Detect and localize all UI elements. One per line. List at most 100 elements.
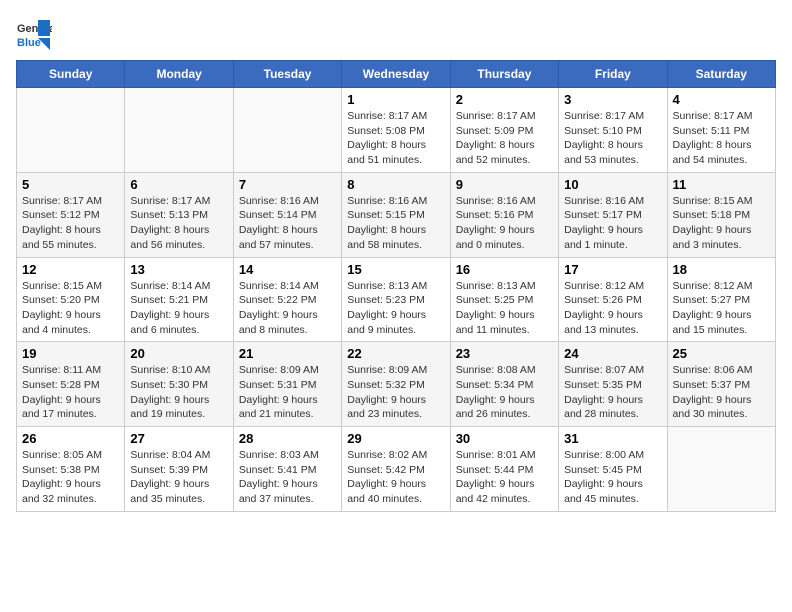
calendar-cell: 30 Sunrise: 8:01 AMSunset: 5:44 PMDayligh… xyxy=(450,427,558,512)
day-info: Sunrise: 8:06 AMSunset: 5:37 PMDaylight:… xyxy=(673,363,770,422)
day-number: 14 xyxy=(239,262,336,277)
day-info: Sunrise: 8:11 AMSunset: 5:28 PMDaylight:… xyxy=(22,363,119,422)
day-info: Sunrise: 8:16 AMSunset: 5:17 PMDaylight:… xyxy=(564,194,661,253)
calendar-cell: 11 Sunrise: 8:15 AMSunset: 5:18 PMDayligh… xyxy=(667,172,775,257)
day-number: 5 xyxy=(22,177,119,192)
weekday-header: Thursday xyxy=(450,61,558,88)
day-info: Sunrise: 8:16 AMSunset: 5:14 PMDaylight:… xyxy=(239,194,336,253)
calendar-cell: 26 Sunrise: 8:05 AMSunset: 5:38 PMDayligh… xyxy=(17,427,125,512)
day-info: Sunrise: 8:04 AMSunset: 5:39 PMDaylight:… xyxy=(130,448,227,507)
day-number: 22 xyxy=(347,346,444,361)
day-info: Sunrise: 8:15 AMSunset: 5:18 PMDaylight:… xyxy=(673,194,770,253)
day-number: 17 xyxy=(564,262,661,277)
calendar-cell xyxy=(233,88,341,173)
day-info: Sunrise: 8:14 AMSunset: 5:22 PMDaylight:… xyxy=(239,279,336,338)
day-info: Sunrise: 8:13 AMSunset: 5:25 PMDaylight:… xyxy=(456,279,553,338)
day-info: Sunrise: 8:05 AMSunset: 5:38 PMDaylight:… xyxy=(22,448,119,507)
day-number: 4 xyxy=(673,92,770,107)
day-number: 26 xyxy=(22,431,119,446)
calendar-cell: 9 Sunrise: 8:16 AMSunset: 5:16 PMDaylight… xyxy=(450,172,558,257)
calendar-cell: 25 Sunrise: 8:06 AMSunset: 5:37 PMDayligh… xyxy=(667,342,775,427)
day-info: Sunrise: 8:14 AMSunset: 5:21 PMDaylight:… xyxy=(130,279,227,338)
calendar-cell: 1Sunrise: 8:17 AMSunset: 5:08 PMDaylight… xyxy=(342,88,450,173)
day-number: 13 xyxy=(130,262,227,277)
calendar-cell: 16 Sunrise: 8:13 AMSunset: 5:25 PMDayligh… xyxy=(450,257,558,342)
calendar-cell: 3Sunrise: 8:17 AMSunset: 5:10 PMDaylight… xyxy=(559,88,667,173)
day-number: 18 xyxy=(673,262,770,277)
calendar-cell: 18 Sunrise: 8:12 AMSunset: 5:27 PMDayligh… xyxy=(667,257,775,342)
calendar-header: SundayMondayTuesdayWednesdayThursdayFrid… xyxy=(17,61,776,88)
day-info: Sunrise: 8:10 AMSunset: 5:30 PMDaylight:… xyxy=(130,363,227,422)
weekday-header: Friday xyxy=(559,61,667,88)
day-info: Sunrise: 8:17 AMSunset: 5:12 PMDaylight:… xyxy=(22,194,119,253)
day-info: Sunrise: 8:17 AMSunset: 5:11 PMDaylight:… xyxy=(673,109,770,168)
day-info: Sunrise: 8:01 AMSunset: 5:44 PMDaylight:… xyxy=(456,448,553,507)
day-number: 23 xyxy=(456,346,553,361)
calendar-cell: 13 Sunrise: 8:14 AMSunset: 5:21 PMDayligh… xyxy=(125,257,233,342)
day-number: 28 xyxy=(239,431,336,446)
day-number: 31 xyxy=(564,431,661,446)
calendar-cell: 6 Sunrise: 8:17 AMSunset: 5:13 PMDaylight… xyxy=(125,172,233,257)
calendar-cell: 27 Sunrise: 8:04 AMSunset: 5:39 PMDayligh… xyxy=(125,427,233,512)
day-number: 2 xyxy=(456,92,553,107)
day-info: Sunrise: 8:17 AMSunset: 5:09 PMDaylight:… xyxy=(456,109,553,168)
calendar-cell: 4 Sunrise: 8:17 AMSunset: 5:11 PMDaylight… xyxy=(667,88,775,173)
calendar-table: SundayMondayTuesdayWednesdayThursdayFrid… xyxy=(16,60,776,512)
day-number: 30 xyxy=(456,431,553,446)
calendar-cell: 2 Sunrise: 8:17 AMSunset: 5:09 PMDaylight… xyxy=(450,88,558,173)
day-number: 20 xyxy=(130,346,227,361)
day-info: Sunrise: 8:15 AMSunset: 5:20 PMDaylight:… xyxy=(22,279,119,338)
day-info: Sunrise: 8:00 AMSunset: 5:45 PMDaylight:… xyxy=(564,448,661,507)
calendar-cell: 7 Sunrise: 8:16 AMSunset: 5:14 PMDaylight… xyxy=(233,172,341,257)
day-number: 19 xyxy=(22,346,119,361)
day-info: Sunrise: 8:12 AMSunset: 5:26 PMDaylight:… xyxy=(564,279,661,338)
day-number: 15 xyxy=(347,262,444,277)
weekday-header: Monday xyxy=(125,61,233,88)
calendar-cell: 20 Sunrise: 8:10 AMSunset: 5:30 PMDayligh… xyxy=(125,342,233,427)
logo: General Blue xyxy=(16,16,52,52)
weekday-header: Saturday xyxy=(667,61,775,88)
calendar-cell: 19 Sunrise: 8:11 AMSunset: 5:28 PMDayligh… xyxy=(17,342,125,427)
day-number: 21 xyxy=(239,346,336,361)
calendar-cell xyxy=(17,88,125,173)
day-info: Sunrise: 8:17 AMSunset: 5:10 PMDaylight:… xyxy=(564,109,661,168)
day-number: 27 xyxy=(130,431,227,446)
day-info: Sunrise: 8:07 AMSunset: 5:35 PMDaylight:… xyxy=(564,363,661,422)
day-number: 7 xyxy=(239,177,336,192)
day-info: Sunrise: 8:16 AMSunset: 5:15 PMDaylight:… xyxy=(347,194,444,253)
calendar-cell: 14 Sunrise: 8:14 AMSunset: 5:22 PMDayligh… xyxy=(233,257,341,342)
day-number: 16 xyxy=(456,262,553,277)
day-number: 10 xyxy=(564,177,661,192)
header: General Blue xyxy=(16,16,776,52)
day-number: 9 xyxy=(456,177,553,192)
calendar-cell: 21 Sunrise: 8:09 AMSunset: 5:31 PMDayligh… xyxy=(233,342,341,427)
calendar-cell: 12Sunrise: 8:15 AMSunset: 5:20 PMDayligh… xyxy=(17,257,125,342)
calendar-cell: 29 Sunrise: 8:02 AMSunset: 5:42 PMDayligh… xyxy=(342,427,450,512)
day-info: Sunrise: 8:03 AMSunset: 5:41 PMDaylight:… xyxy=(239,448,336,507)
day-info: Sunrise: 8:17 AMSunset: 5:08 PMDaylight:… xyxy=(347,109,444,168)
svg-text:Blue: Blue xyxy=(17,37,41,49)
day-number: 29 xyxy=(347,431,444,446)
day-number: 24 xyxy=(564,346,661,361)
calendar-cell: 24 Sunrise: 8:07 AMSunset: 5:35 PMDayligh… xyxy=(559,342,667,427)
calendar-cell: 17 Sunrise: 8:12 AMSunset: 5:26 PMDayligh… xyxy=(559,257,667,342)
day-info: Sunrise: 8:12 AMSunset: 5:27 PMDaylight:… xyxy=(673,279,770,338)
day-number: 8 xyxy=(347,177,444,192)
day-info: Sunrise: 8:09 AMSunset: 5:32 PMDaylight:… xyxy=(347,363,444,422)
calendar-cell: 31 Sunrise: 8:00 AMSunset: 5:45 PMDayligh… xyxy=(559,427,667,512)
day-number: 25 xyxy=(673,346,770,361)
calendar-cell: 5 Sunrise: 8:17 AMSunset: 5:12 PMDaylight… xyxy=(17,172,125,257)
calendar-cell: 8 Sunrise: 8:16 AMSunset: 5:15 PMDaylight… xyxy=(342,172,450,257)
day-number: 11 xyxy=(673,177,770,192)
day-info: Sunrise: 8:17 AMSunset: 5:13 PMDaylight:… xyxy=(130,194,227,253)
day-number: 6 xyxy=(130,177,227,192)
weekday-header: Sunday xyxy=(17,61,125,88)
calendar-cell: 15Sunrise: 8:13 AMSunset: 5:23 PMDayligh… xyxy=(342,257,450,342)
weekday-header: Wednesday xyxy=(342,61,450,88)
calendar-cell xyxy=(125,88,233,173)
calendar-cell: 28 Sunrise: 8:03 AMSunset: 5:41 PMDayligh… xyxy=(233,427,341,512)
day-info: Sunrise: 8:09 AMSunset: 5:31 PMDaylight:… xyxy=(239,363,336,422)
logo-svg: General Blue xyxy=(16,16,52,52)
day-info: Sunrise: 8:02 AMSunset: 5:42 PMDaylight:… xyxy=(347,448,444,507)
day-info: Sunrise: 8:16 AMSunset: 5:16 PMDaylight:… xyxy=(456,194,553,253)
